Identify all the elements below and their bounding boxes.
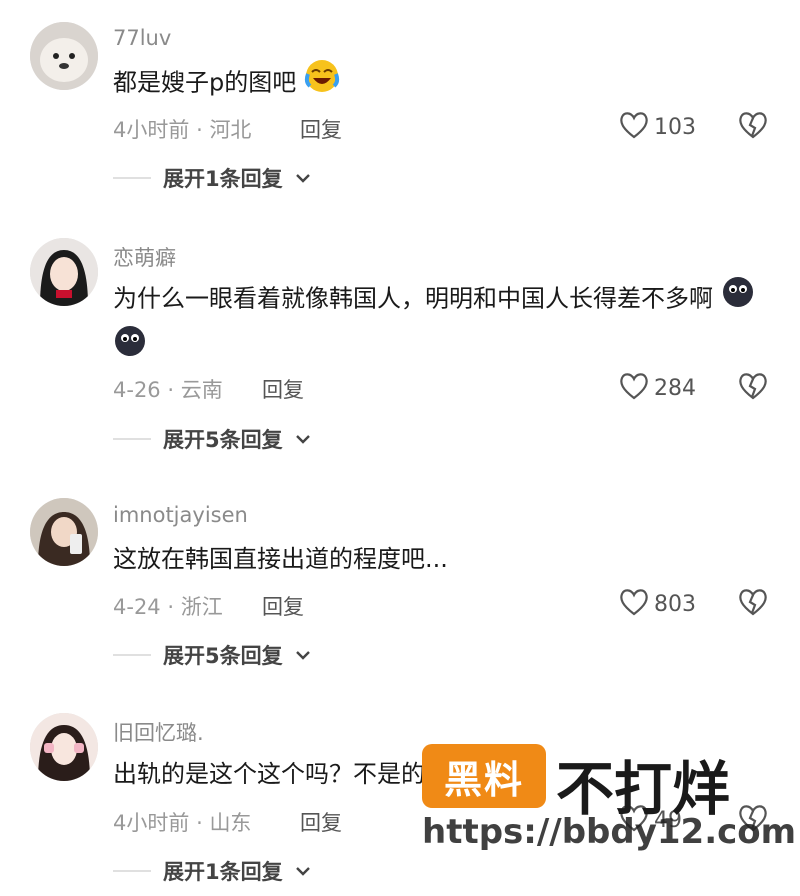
comment-text: 为什么一眼看着就像韩国人，明明和中国人长得差不多啊 [113, 275, 769, 373]
timestamp: 4-24 [113, 595, 161, 619]
location: 山东 [209, 811, 252, 835]
comment-meta: 4-24 · 浙江 [113, 591, 223, 621]
expand-replies-label: 展开5条回复 [163, 428, 283, 452]
reply-button[interactable]: 回复 [300, 114, 342, 144]
heart-icon [618, 110, 650, 144]
broken-heart-icon [737, 589, 769, 621]
watermark-url: https://bbdy12.com [422, 812, 797, 852]
expand-replies-label: 展开1条回复 [163, 860, 283, 884]
dislike-button[interactable] [737, 110, 769, 144]
watermark-badge: 黑料 [422, 744, 546, 808]
timestamp: 4-26 [113, 378, 161, 402]
meta-separator: · [196, 811, 203, 835]
meta-separator: · [167, 595, 175, 619]
crying-laughing-face-icon [304, 58, 340, 109]
divider-line [113, 438, 151, 440]
location: 云南 [180, 378, 223, 402]
username[interactable]: imnotjayisen [113, 503, 248, 527]
expand-replies-label: 展开1条回复 [163, 167, 283, 191]
comment-text: 都是嫂子p的图吧 [113, 58, 773, 109]
comment-text-content: 为什么一眼看着就像韩国人，明明和中国人长得差不多啊 [113, 284, 713, 313]
eyes-face-icon [113, 324, 147, 373]
like-button[interactable]: 103 [618, 110, 696, 144]
username[interactable]: 77luv [113, 26, 171, 50]
location: 河北 [209, 118, 252, 142]
heart-icon [618, 371, 650, 405]
reply-button[interactable]: 回复 [262, 374, 304, 404]
username[interactable]: 旧回忆璐. [113, 717, 204, 747]
avatar[interactable] [30, 498, 98, 566]
like-count: 103 [654, 114, 696, 140]
comment-meta: 4-26 · 云南 [113, 374, 223, 404]
dislike-button[interactable] [737, 587, 769, 621]
chevron-down-icon [295, 430, 311, 449]
meta-separator: · [196, 118, 203, 142]
avatar[interactable] [30, 713, 98, 781]
timestamp: 4小时前 [113, 118, 190, 142]
expand-replies[interactable]: 展开5条回复 [113, 640, 311, 670]
location: 浙江 [180, 595, 223, 619]
comment-meta: 4小时前 · 山东 [113, 807, 251, 837]
divider-line [113, 870, 151, 872]
comment-text: 这放在韩国直接出道的程度吧... [113, 545, 448, 573]
like-count: 803 [654, 591, 696, 617]
expand-replies[interactable]: 展开1条回复 [113, 163, 311, 193]
broken-heart-icon [737, 373, 769, 405]
divider-line [113, 654, 151, 656]
like-button[interactable]: 284 [618, 371, 696, 405]
dislike-button[interactable] [737, 371, 769, 405]
avatar[interactable] [30, 22, 98, 90]
meta-separator: · [167, 378, 175, 402]
eyes-face-icon [721, 275, 755, 324]
expand-replies[interactable]: 展开5条回复 [113, 424, 311, 454]
chevron-down-icon [295, 646, 311, 665]
avatar[interactable] [30, 238, 98, 306]
like-button[interactable]: 803 [618, 587, 696, 621]
divider-line [113, 177, 151, 179]
username[interactable]: 恋萌癖 [113, 242, 176, 272]
reply-button[interactable]: 回复 [300, 807, 342, 837]
comment-meta: 4小时前 · 河北 [113, 114, 251, 144]
expand-replies-label: 展开5条回复 [163, 644, 283, 668]
timestamp: 4小时前 [113, 811, 190, 835]
expand-replies[interactable]: 展开1条回复 [113, 856, 311, 886]
reply-button[interactable]: 回复 [262, 591, 304, 621]
heart-icon [618, 587, 650, 621]
like-count: 284 [654, 375, 696, 401]
broken-heart-icon [737, 112, 769, 144]
comment-text-content: 都是嫂子p的图吧 [113, 68, 297, 97]
chevron-down-icon [295, 862, 311, 881]
chevron-down-icon [295, 169, 311, 188]
